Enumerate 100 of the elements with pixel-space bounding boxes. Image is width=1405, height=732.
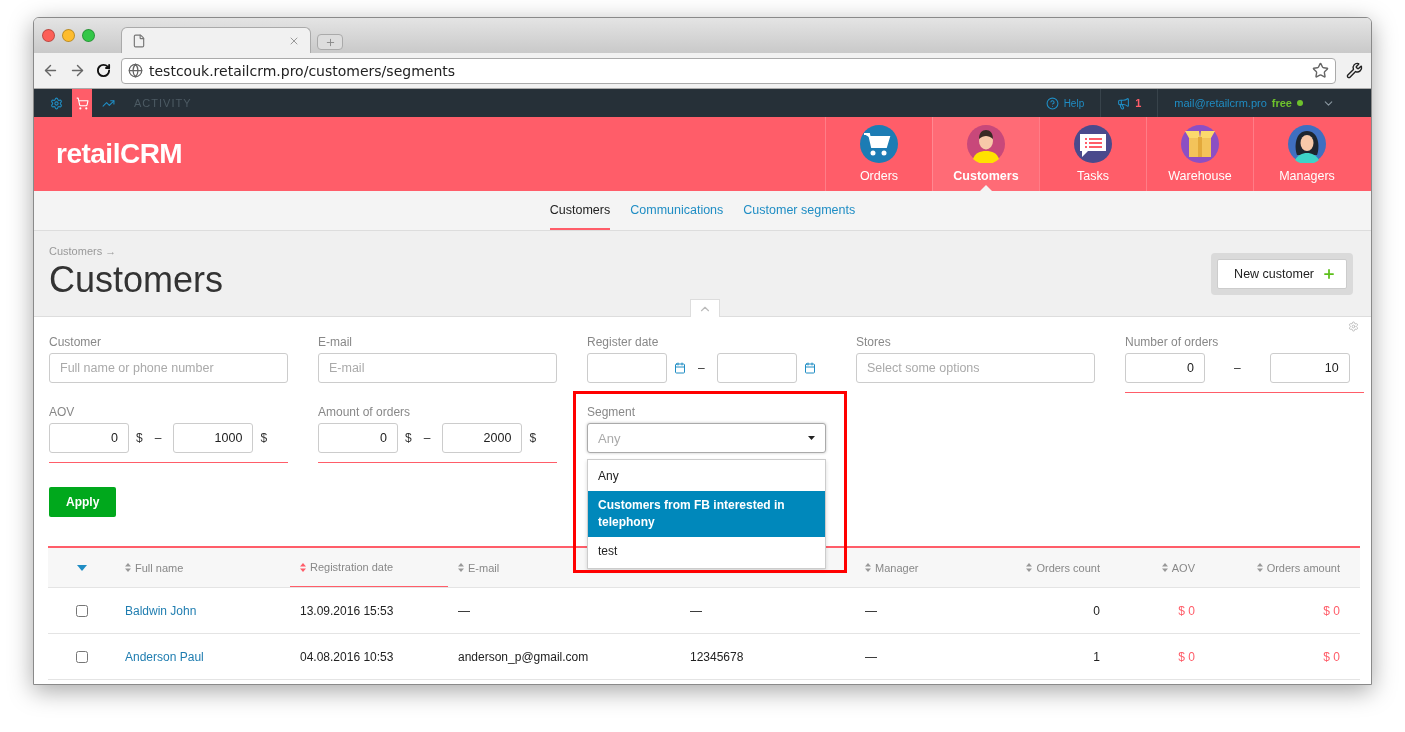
new-customer-button[interactable]: New customer [1217, 259, 1347, 289]
input-field[interactable]: 0 [49, 423, 129, 453]
nav-item[interactable]: Warehouse [1146, 117, 1253, 191]
breadcrumb[interactable]: Customers → [49, 245, 224, 257]
field-label: Stores [856, 335, 892, 349]
table-cell-text: $ 0 [1322, 648, 1341, 666]
nav-item[interactable]: Managers [1253, 117, 1360, 191]
calendar-icon[interactable] [674, 362, 686, 374]
notification-count: 1 [1135, 97, 1142, 109]
sort-icon[interactable] [76, 564, 87, 571]
plus-icon [324, 36, 336, 48]
logo[interactable]: retailCRM [56, 138, 183, 170]
column-header[interactable]: Manager [855, 548, 929, 587]
close-light[interactable] [42, 29, 55, 42]
range-separator: – [154, 431, 162, 445]
date-field[interactable] [716, 353, 797, 383]
sort-icon [1161, 563, 1168, 572]
apply-button[interactable]: Apply [49, 487, 117, 517]
field-label: AOV [49, 405, 76, 419]
input-field[interactable]: 2000 [442, 423, 523, 453]
customer-link[interactable]: Baldwin John [115, 588, 290, 633]
help-icon[interactable] [1045, 96, 1059, 110]
table-cell-text: $ 0 [1177, 648, 1196, 666]
table-cell-text: — [864, 648, 878, 666]
dropdown-option[interactable]: Customers from FB interested in telephony [588, 491, 825, 537]
page-title: Customers [49, 259, 224, 301]
column-header[interactable]: E-mail [448, 548, 510, 587]
page-icon [132, 33, 146, 48]
calendar-icon[interactable] [803, 362, 816, 374]
row-checkbox[interactable] [75, 604, 88, 617]
zoom-light[interactable] [82, 29, 95, 42]
table-cell-text: anderson_p@gmail.com [457, 648, 590, 666]
row-checkbox[interactable] [75, 650, 88, 663]
table-cell-text: 0 [1092, 602, 1101, 620]
range-separator: – [423, 431, 431, 445]
forward-icon[interactable] [69, 62, 86, 79]
table-cell-text: — [457, 602, 471, 620]
column-header[interactable]: Orders amount [1246, 548, 1350, 587]
date-field[interactable] [587, 353, 667, 383]
sort-icon [1256, 563, 1263, 572]
column-header[interactable]: Orders count [1016, 548, 1110, 587]
address-bar[interactable]: testcouk.retailcrm.pro/customers/segments [121, 57, 1336, 84]
table-cell-text: — [689, 602, 703, 620]
sort-icon [1026, 563, 1033, 572]
range-separator: – [698, 361, 705, 375]
new-tab-button[interactable] [317, 34, 343, 50]
caret-icon [808, 436, 815, 440]
table-cell-text: 13.09.2016 15:53 [299, 602, 395, 620]
box-icon [1181, 125, 1219, 163]
nav-item[interactable]: Tasks [1039, 117, 1146, 191]
input-field[interactable]: 0 [318, 423, 398, 453]
column-header[interactable]: AOV [1151, 548, 1205, 587]
table-cell-text: $ 0 [1177, 602, 1196, 620]
account-email[interactable]: mail@retailcrm.pro [1174, 97, 1267, 109]
sub-tab[interactable]: Customer segments [743, 191, 856, 230]
sort-icon [865, 563, 871, 572]
cart-icon [75, 96, 89, 110]
currency-label: $ [405, 431, 412, 445]
back-icon[interactable] [42, 62, 59, 79]
column-header[interactable]: Registration date [290, 548, 448, 587]
input-field[interactable]: E-mail [318, 353, 557, 383]
plan-label: free [1271, 97, 1292, 109]
sort-icon [458, 563, 464, 572]
sort-icon [300, 562, 306, 572]
help-link[interactable]: Help [1063, 97, 1085, 109]
cart-icon [860, 125, 898, 163]
megaphone-icon[interactable] [1117, 96, 1131, 110]
wrench-icon[interactable] [1346, 62, 1363, 79]
currency-label: $ [260, 431, 268, 445]
plus-icon [1322, 267, 1336, 281]
browser-tab[interactable] [121, 27, 311, 53]
dropdown-option[interactable]: Any [588, 462, 825, 491]
table-cell-text: $ 0 [1322, 602, 1341, 620]
input-field[interactable]: 0 [1125, 353, 1205, 383]
settings-icon [49, 96, 63, 110]
field-label: Number of orders [1125, 335, 1220, 349]
sub-tab[interactable]: Communications [630, 191, 724, 230]
table-cell-text: 12345678 [689, 648, 745, 666]
customer-link[interactable]: Anderson Paul [115, 634, 290, 679]
input-field[interactable]: Full name or phone number [49, 353, 288, 383]
globe-icon [128, 63, 143, 78]
person-icon [967, 125, 1005, 163]
minimize-light[interactable] [62, 29, 75, 42]
table-cell-text: 1 [1092, 648, 1101, 666]
toolbar-button[interactable] [72, 89, 92, 117]
task-list-icon [1074, 125, 1112, 163]
field-label: Segment [587, 405, 637, 419]
input-field[interactable]: 10 [1269, 353, 1350, 383]
input-field[interactable]: Select some options [856, 353, 1095, 383]
select-field[interactable]: Any [587, 423, 826, 453]
input-field[interactable]: 1000 [173, 423, 254, 453]
field-label: Customer [49, 335, 102, 349]
dropdown-option[interactable]: test [588, 537, 825, 566]
star-icon[interactable] [1312, 62, 1329, 79]
person-icon [1288, 125, 1326, 163]
field-label: Amount of orders [318, 405, 412, 419]
nav-item[interactable]: Customers [932, 117, 1039, 191]
column-header[interactable]: Full name [115, 548, 194, 587]
reload-icon[interactable] [96, 63, 111, 78]
currency-label: $ [529, 431, 537, 445]
